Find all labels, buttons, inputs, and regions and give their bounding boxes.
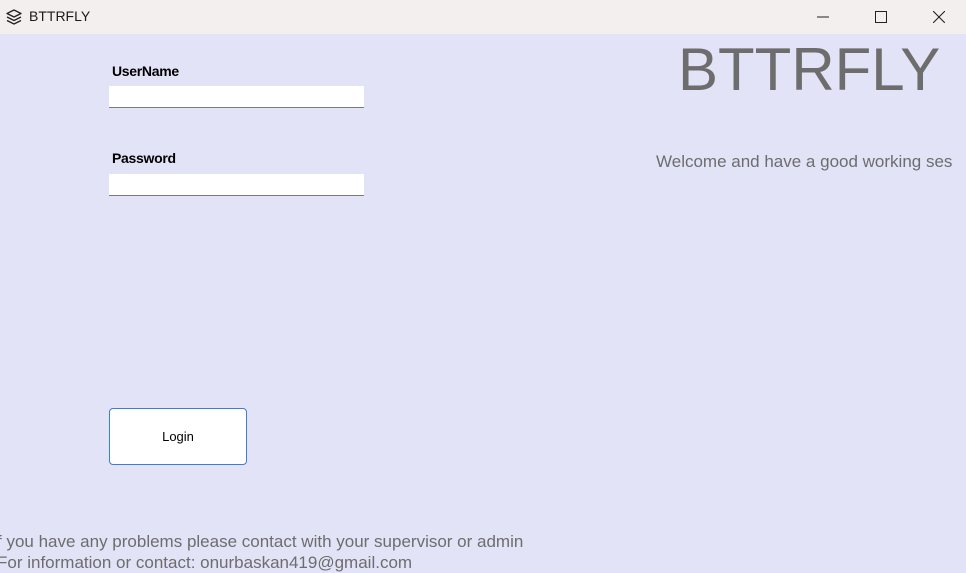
password-input[interactable] bbox=[109, 174, 364, 196]
minimize-button[interactable] bbox=[800, 0, 846, 34]
contact-info: For information or contact: onurbaskan41… bbox=[0, 553, 413, 572]
welcome-message: Welcome and have a good working ses bbox=[656, 152, 953, 171]
title-bar[interactable]: BTTRFLY bbox=[0, 0, 966, 34]
maximize-icon bbox=[875, 11, 887, 23]
password-label: Password bbox=[112, 150, 176, 166]
username-input[interactable] bbox=[109, 86, 364, 108]
close-icon bbox=[933, 11, 945, 23]
layers-icon bbox=[5, 8, 23, 26]
window-title: BTTRFLY bbox=[29, 8, 91, 24]
minimize-icon bbox=[817, 16, 829, 18]
username-label: UserName bbox=[112, 63, 179, 79]
brand-title: BTTRFLY bbox=[678, 36, 941, 103]
maximize-button[interactable] bbox=[858, 0, 904, 34]
support-note: f you have any problems please contact w… bbox=[0, 532, 524, 551]
close-button[interactable] bbox=[916, 0, 962, 34]
login-button[interactable]: Login bbox=[109, 408, 247, 465]
